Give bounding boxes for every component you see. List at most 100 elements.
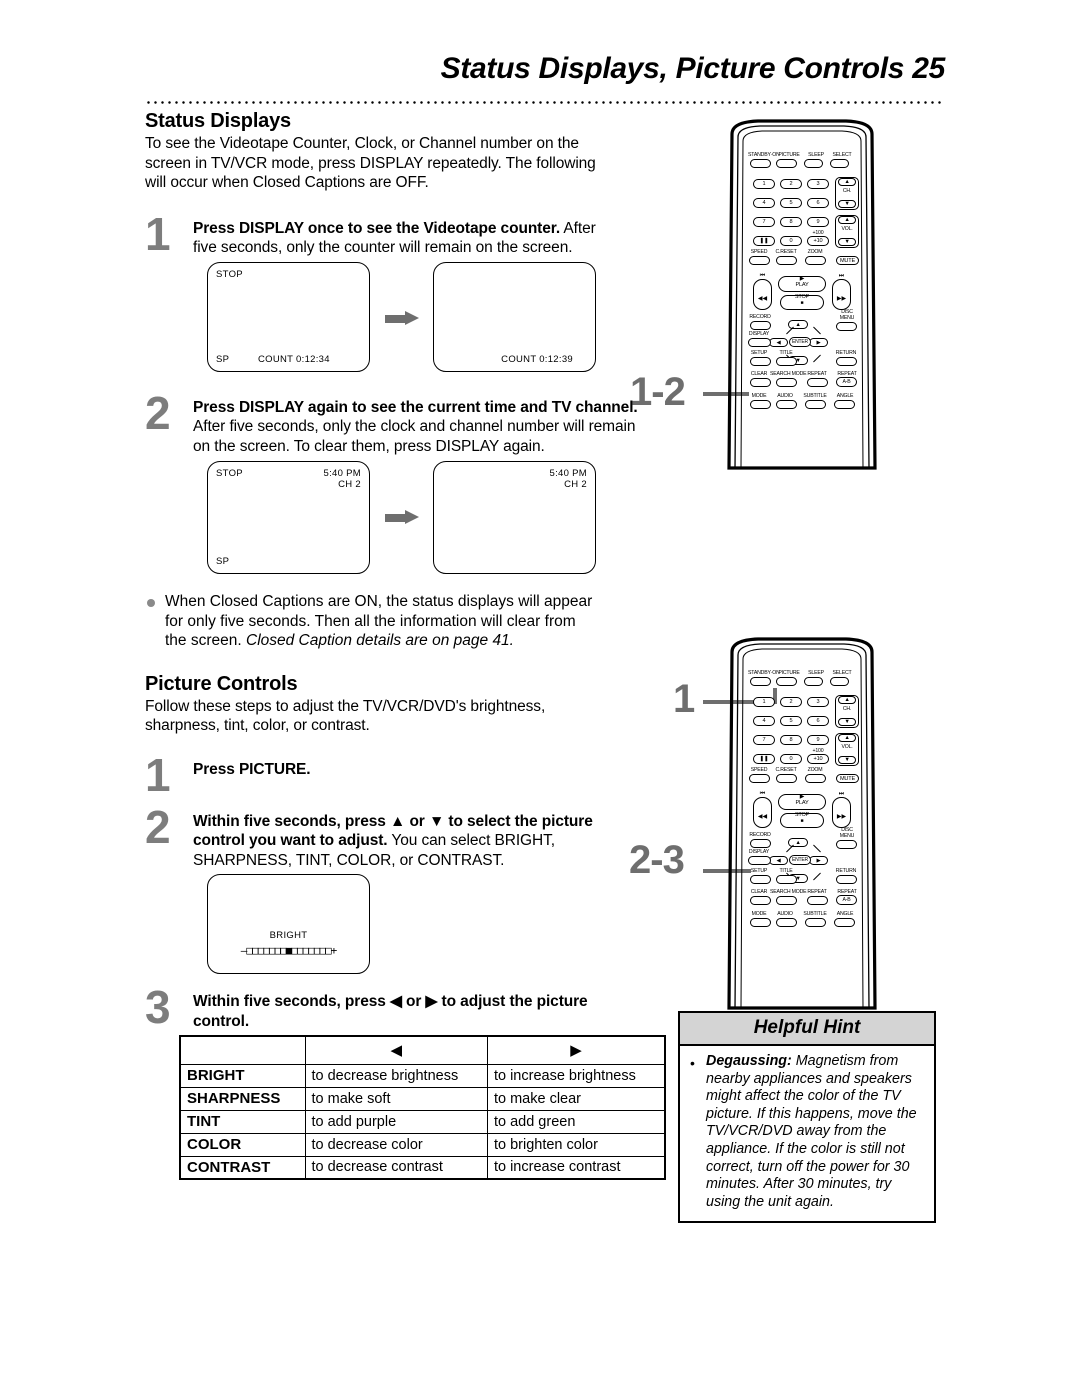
remote-button-audio[interactable] <box>776 918 797 927</box>
remote-button-num-+10[interactable]: +10 <box>807 236 829 246</box>
remote-button-num-6[interactable]: 6 <box>807 716 829 726</box>
remote-button-zoom[interactable] <box>805 774 826 783</box>
remote-button-num-+10[interactable]: +10 <box>807 754 829 764</box>
remote-button-num-3[interactable]: 3 <box>807 697 829 707</box>
callout-1: 1 <box>673 677 695 721</box>
status-step-2-rest: After five seconds, only the clock and c… <box>193 418 636 455</box>
remote-button-num-pp[interactable]: ❚❚ <box>753 754 775 764</box>
remote-button-num-2[interactable]: 2 <box>780 179 802 189</box>
remote-button-mute[interactable]: MUTE <box>836 774 859 783</box>
remote-button-num-9[interactable]: 9 <box>807 217 829 227</box>
remote-button-num-5[interactable]: 5 <box>780 716 802 726</box>
remote-control-bottom[interactable]: STANDBY·ON PICTURE SLEEP SELECT 1 2 3 4 5 6 7 8 9 ❚❚ 0… <box>712 636 892 1016</box>
remote-button-clear[interactable] <box>750 896 771 905</box>
remote-button-sleep[interactable] <box>804 159 823 168</box>
remote-button-repeat[interactable] <box>807 378 828 387</box>
remote-button-ch-up[interactable]: ▲ <box>838 178 856 186</box>
remote-button-enter[interactable]: ENTER <box>789 855 811 865</box>
remote-button-repeat-ab[interactable]: A-B <box>836 895 857 905</box>
remote-button-num-8[interactable]: 8 <box>780 217 802 227</box>
remote-button-num-3[interactable]: 3 <box>807 179 829 189</box>
remote-button-picture[interactable] <box>776 677 797 686</box>
tv-screen-counter-after: COUNT 0:12:39 <box>433 261 596 372</box>
left-arrow-icon: ◀ <box>304 1035 488 1065</box>
remote-button-record[interactable] <box>750 839 771 848</box>
remote-button-standby-on[interactable] <box>750 159 771 168</box>
remote-button-num-1[interactable]: 1 <box>753 179 775 189</box>
remote-button-num-0[interactable]: 0 <box>780 754 802 764</box>
remote-button-sleep[interactable] <box>804 677 823 686</box>
remote-button-subtitle[interactable] <box>805 918 826 927</box>
remote-button-ch-down[interactable]: ▼ <box>838 718 856 726</box>
tv-status-label: STOP <box>216 268 243 280</box>
remote-button-return[interactable] <box>836 875 857 884</box>
remote-button-mode[interactable] <box>750 400 771 409</box>
remote-button-num-1[interactable]: 1 <box>753 697 775 707</box>
remote-button-num-9[interactable]: 9 <box>807 735 829 745</box>
remote-button-display[interactable] <box>748 856 771 865</box>
remote-button-ch-up[interactable]: ▲ <box>838 696 856 704</box>
remote-button-search-mode[interactable] <box>776 378 797 387</box>
bullet-dot-icon <box>147 599 155 607</box>
remote-button-vol-up[interactable]: ▲ <box>838 216 856 224</box>
remote-button-angle[interactable] <box>834 918 855 927</box>
remote-button-num-4[interactable]: 4 <box>753 198 775 208</box>
remote-button-setup[interactable] <box>750 357 771 366</box>
remote-button-search-mode[interactable] <box>776 896 797 905</box>
remote-button-ch-down[interactable]: ▼ <box>838 200 856 208</box>
table-row-label: SHARPNESS <box>179 1086 306 1111</box>
remote-button-speed[interactable] <box>749 774 770 783</box>
remote-button-disc-menu[interactable] <box>836 322 857 331</box>
remote-button-select[interactable] <box>830 677 849 686</box>
remote-label-title: TITLE <box>779 868 793 874</box>
remote-button-mode[interactable] <box>750 918 771 927</box>
remote-label-subtitle: SUBTITLE <box>803 911 827 917</box>
remote-control-top[interactable]: STANDBY·ON PICTURE SLEEP SELECT 1 2 3 4 5 6 7 8 9 ❚❚ 0… <box>712 118 892 478</box>
table-cell-left: to decrease color <box>304 1132 488 1157</box>
remote-button-num-6[interactable]: 6 <box>807 198 829 208</box>
remote-button-num-4[interactable]: 4 <box>753 716 775 726</box>
remote-button-disc-menu[interactable] <box>836 840 857 849</box>
remote-button-title[interactable] <box>776 875 797 884</box>
remote-button-record[interactable] <box>750 321 771 330</box>
remote-button-vol-up[interactable]: ▲ <box>838 734 856 742</box>
remote-button-setup[interactable] <box>750 875 771 884</box>
remote-button-repeat[interactable] <box>807 896 828 905</box>
remote-button-zoom[interactable] <box>805 256 826 265</box>
remote-button-cursor-right[interactable]: ▶ <box>809 856 828 865</box>
table-row-label: CONTRAST <box>179 1155 306 1180</box>
remote-button-repeat-ab[interactable]: A-B <box>836 377 857 387</box>
tv-channel-label: CH 2 <box>338 479 361 490</box>
remote-button-num-7[interactable]: 7 <box>753 217 775 227</box>
remote-button-title[interactable] <box>776 357 797 366</box>
remote-button-num-2[interactable]: 2 <box>780 697 802 707</box>
remote-label-angle: ANGLE <box>836 911 854 917</box>
remote-button-clear[interactable] <box>750 378 771 387</box>
remote-button-picture[interactable] <box>776 159 797 168</box>
remote-button-standby-on[interactable] <box>750 677 771 686</box>
remote-button-subtitle[interactable] <box>805 400 826 409</box>
remote-button-num-0[interactable]: 0 <box>780 236 802 246</box>
remote-button-speed[interactable] <box>749 256 770 265</box>
remote-button-display[interactable] <box>748 338 771 347</box>
remote-button-num-pp[interactable]: ❚❚ <box>753 236 775 246</box>
remote-button-audio[interactable] <box>776 400 797 409</box>
remote-button-enter[interactable]: ENTER <box>789 337 811 347</box>
status-step-2-number: 2 <box>145 386 171 439</box>
remote-button-select[interactable] <box>830 159 849 168</box>
remote-button-mute[interactable]: MUTE <box>836 256 859 265</box>
remote-button-return[interactable] <box>836 357 857 366</box>
remote-button-vol-down[interactable]: ▼ <box>838 756 856 764</box>
remote-button-cursor-right[interactable]: ▶ <box>809 338 828 347</box>
remote-button-num-8[interactable]: 8 <box>780 735 802 745</box>
remote-button-num-5[interactable]: 5 <box>780 198 802 208</box>
table-row: CONTRAST to decrease contrast to increase … <box>179 1155 666 1180</box>
remote-button-c-reset[interactable] <box>776 774 797 783</box>
remote-fastforward-icon: ▶▶ <box>836 296 847 302</box>
remote-button-angle[interactable] <box>834 400 855 409</box>
remote-button-num-7[interactable]: 7 <box>753 735 775 745</box>
remote-button-c-reset[interactable] <box>776 256 797 265</box>
remote-button-vol-down[interactable]: ▼ <box>838 238 856 246</box>
remote-button-cursor-left[interactable]: ◀ <box>769 856 788 865</box>
remote-button-cursor-left[interactable]: ◀ <box>769 338 788 347</box>
